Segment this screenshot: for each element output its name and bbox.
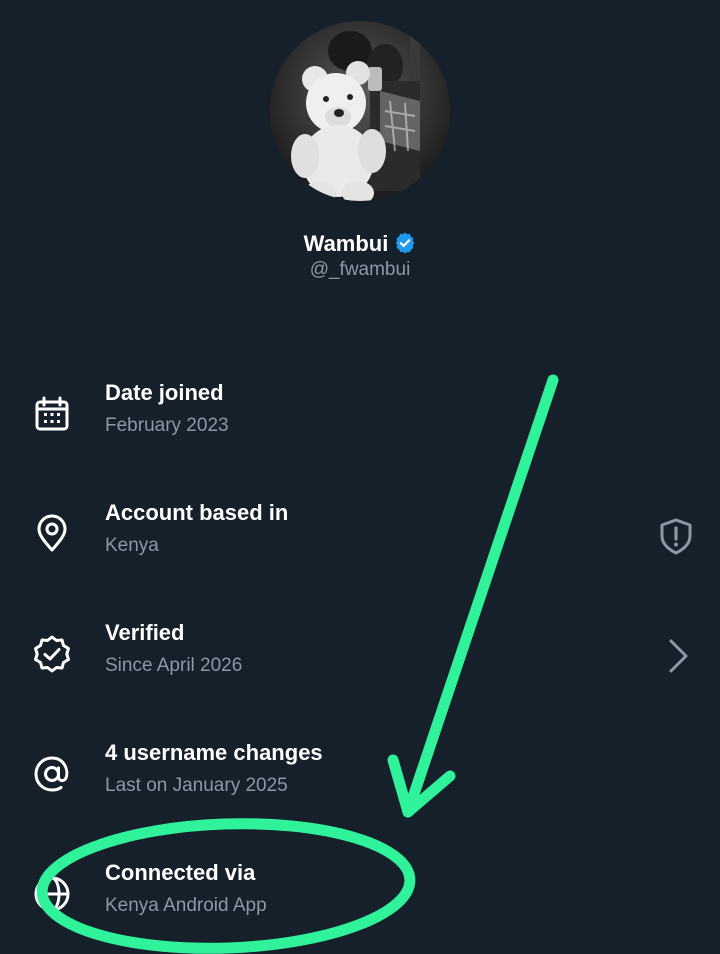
location-pin-icon — [31, 513, 73, 555]
info-row-account-based-in: Account based in Kenya — [0, 499, 720, 589]
info-row-username-changes: 4 username changes Last on January 2025 — [0, 739, 720, 829]
profile-about-page: Wambui @_fwambui Date joined February 20… — [0, 0, 720, 954]
calendar-icon — [31, 393, 73, 435]
info-row-subtitle: Last on January 2025 — [105, 775, 288, 796]
profile-name-row: Wambui — [0, 229, 720, 258]
shield-alert-icon[interactable] — [656, 516, 696, 556]
info-row-title: Account based in — [105, 500, 289, 525]
verified-seal-icon — [31, 633, 73, 675]
username-handle: @_fwambui — [309, 259, 411, 280]
avatar[interactable] — [270, 21, 450, 201]
at-sign-icon — [31, 753, 73, 795]
display-name: Wambui — [303, 231, 389, 257]
info-row-subtitle: Kenya Android App — [105, 895, 267, 916]
info-row-subtitle: Since April 2026 — [105, 655, 243, 676]
info-row-subtitle: February 2023 — [105, 415, 229, 436]
info-row-connected-via: Connected via Kenya Android App — [0, 859, 720, 949]
info-row-title: Verified — [105, 620, 185, 645]
verified-badge-icon[interactable] — [394, 232, 416, 254]
info-row-date-joined: Date joined February 2023 — [0, 379, 720, 469]
info-row-verified[interactable]: Verified Since April 2026 — [0, 619, 720, 709]
info-row-title: Connected via — [105, 860, 256, 885]
info-row-title: 4 username changes — [105, 740, 323, 765]
info-row-subtitle: Kenya — [105, 535, 159, 556]
chevron-right-icon[interactable] — [660, 636, 700, 676]
globe-icon — [31, 873, 73, 915]
info-row-title: Date joined — [105, 380, 224, 405]
